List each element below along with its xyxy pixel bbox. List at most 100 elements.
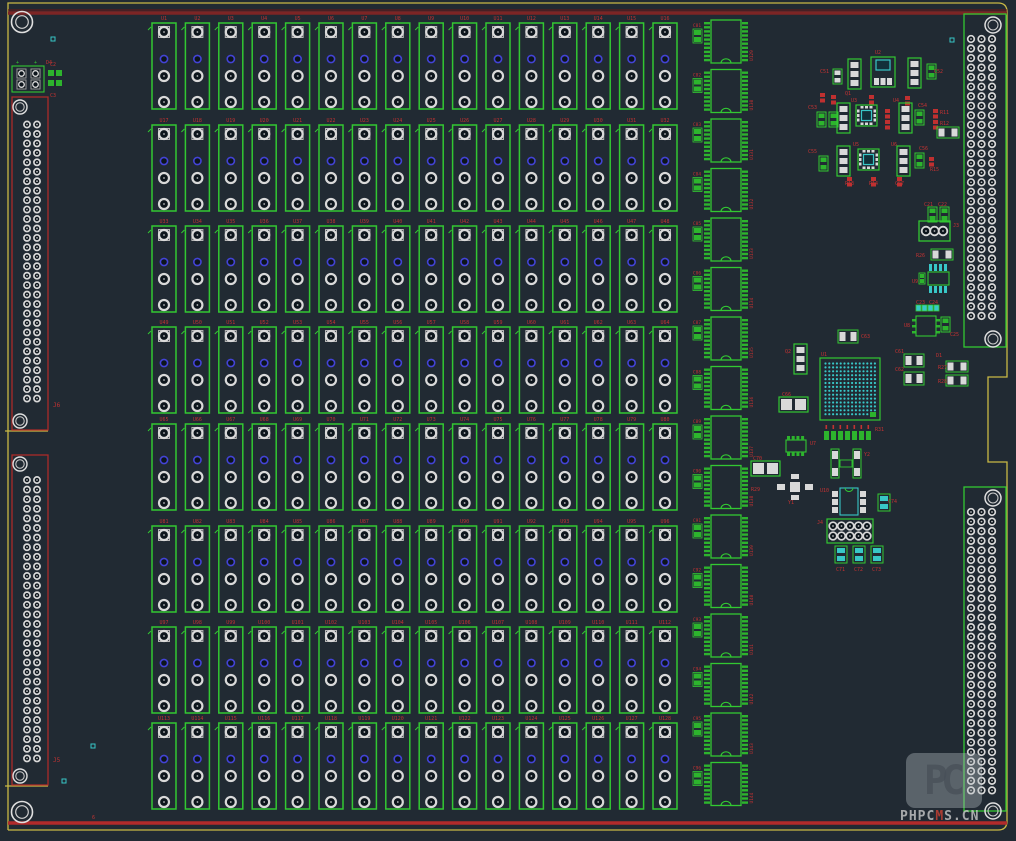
pad-center <box>163 31 165 33</box>
bga-ball <box>824 366 826 368</box>
soic-pin <box>742 579 748 581</box>
soic-pin <box>742 682 748 684</box>
pad-center <box>397 578 399 580</box>
pad <box>851 80 859 86</box>
via-blue <box>227 659 234 666</box>
bga-ball <box>828 366 830 368</box>
soic-pin <box>742 236 748 238</box>
pad-center <box>36 700 38 702</box>
pad-center <box>664 731 666 733</box>
relay-refdes: U126 <box>592 716 604 722</box>
pad-center <box>297 731 299 733</box>
soic-pin <box>704 26 710 28</box>
bga-ball <box>832 394 834 396</box>
soic-pin <box>704 765 710 767</box>
pad <box>795 399 806 410</box>
bga-ball <box>843 374 845 376</box>
bga-ball <box>836 378 838 380</box>
relay-refdes: U46 <box>594 219 603 225</box>
soic-pin <box>704 715 710 717</box>
pad-center <box>26 256 28 258</box>
pin <box>939 286 942 293</box>
bga-ball <box>843 378 845 380</box>
via-blue <box>394 558 401 565</box>
pad-center <box>464 604 466 606</box>
bga-ball <box>843 413 845 415</box>
bga-ball <box>847 409 849 411</box>
silkscreen-label: C71 <box>836 567 845 573</box>
pad-center <box>36 341 38 343</box>
bga-ball <box>840 390 842 392</box>
soic-pin <box>742 736 748 738</box>
pad-center <box>330 234 332 236</box>
via-blue <box>494 755 501 762</box>
soic-pin <box>704 632 710 634</box>
pad-center <box>631 203 633 205</box>
pad-center <box>970 703 972 705</box>
soic-refdes: U138 <box>749 495 755 506</box>
relay-refdes: U99 <box>226 620 235 626</box>
pad-center <box>981 713 983 715</box>
via-blue <box>461 558 468 565</box>
pad-center <box>230 705 232 707</box>
via-blue <box>595 456 602 463</box>
relay-refdes: U38 <box>326 219 335 225</box>
soic-pin <box>742 401 748 403</box>
pad-center <box>631 278 633 280</box>
pad <box>874 78 879 85</box>
pad <box>902 115 910 121</box>
soic-pin <box>704 249 710 251</box>
relay-refdes: U90 <box>460 519 469 525</box>
pad-center <box>531 304 533 306</box>
pad-center <box>197 775 199 777</box>
pad <box>906 374 912 383</box>
silkscreen-label: Q1 <box>845 91 851 97</box>
pad-center <box>991 191 993 193</box>
soic-pin <box>704 793 710 795</box>
pad-label-tick <box>854 425 856 429</box>
relay-refdes: U51 <box>226 320 235 326</box>
relay-refdes: U96 <box>660 519 669 525</box>
pad-center <box>970 200 972 202</box>
relay-refdes: U43 <box>493 219 502 225</box>
silkscreen-label: C61 <box>895 349 904 355</box>
soic-pin <box>742 773 748 775</box>
pad-center <box>981 694 983 696</box>
soic-pin <box>742 96 748 98</box>
soic-pin <box>742 533 748 535</box>
relay-refdes: U93 <box>560 519 569 525</box>
pad-center <box>531 335 533 337</box>
pad-center <box>297 502 299 504</box>
pad <box>861 106 864 109</box>
pad-center <box>26 575 28 577</box>
pin <box>787 452 790 456</box>
via-blue <box>394 755 401 762</box>
pad-center <box>364 133 366 135</box>
via-blue <box>261 755 268 762</box>
bga-ball <box>855 409 857 411</box>
soic-pin <box>742 702 748 704</box>
pad-center <box>664 476 666 478</box>
soic-pin <box>742 723 748 725</box>
cap-refdes: C96 <box>693 766 701 772</box>
silkscreen-label: R31 <box>875 427 884 433</box>
pad-center <box>297 801 299 803</box>
soic-pin <box>704 241 710 243</box>
pcb-canvas[interactable]: U1U2U3U4U5U6U7U8U9U10U11U12U13U14U15U16U… <box>0 0 1016 841</box>
bga-ball <box>862 409 864 411</box>
bga-ball <box>870 362 872 364</box>
cap-refdes: C84 <box>693 172 701 178</box>
pad-center <box>991 665 993 667</box>
pad-center <box>970 655 972 657</box>
via-blue <box>194 157 201 164</box>
soic-pin <box>704 96 710 98</box>
silkscreen-label: + <box>34 60 37 66</box>
relay-refdes: U111 <box>626 620 638 626</box>
via-blue <box>595 55 602 62</box>
soic-pin <box>742 381 748 383</box>
pad-center <box>430 502 432 504</box>
pad-center <box>297 775 299 777</box>
pad-center <box>664 534 666 536</box>
bga-ball <box>859 401 861 403</box>
pad-center <box>26 662 28 664</box>
